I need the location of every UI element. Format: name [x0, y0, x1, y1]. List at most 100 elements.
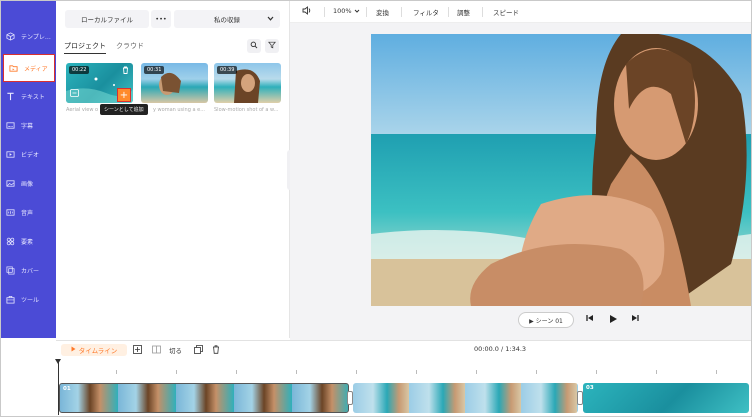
toolbar-divider [401, 7, 402, 17]
playhead[interactable] [55, 359, 61, 415]
ruler-tick [296, 370, 297, 374]
timeline-clip[interactable] [353, 383, 578, 413]
tab-project[interactable]: プロジェクト [64, 41, 106, 54]
ruler-tick [476, 370, 477, 374]
trash-icon[interactable] [122, 66, 129, 76]
media-thumbnail[interactable]: 00:39 [214, 63, 281, 103]
media-tabs: プロジェクト クラウド [64, 41, 144, 54]
timeline-label: タイムライン [78, 347, 118, 355]
speed-button[interactable]: スピード [493, 7, 519, 17]
sidebar-item-cover[interactable]: カバー [1, 256, 56, 284]
sidebar-item-templates[interactable]: テンプレ… [1, 22, 56, 50]
sidebar-item-label: 要素 [21, 238, 34, 246]
video-preview[interactable] [371, 34, 751, 306]
timeline-toggle-button[interactable]: タイムライン [61, 344, 127, 356]
duplicate-icon[interactable] [194, 345, 203, 356]
tooltip: シーンとして追加 [100, 104, 148, 115]
image-icon [6, 179, 15, 188]
favorites-dropdown[interactable]: 私の収録 [174, 10, 280, 28]
split-icon[interactable] [152, 345, 161, 356]
delete-icon[interactable] [212, 345, 220, 356]
sidebar-item-label: ツール [21, 296, 40, 304]
copy-icon[interactable] [70, 89, 79, 99]
skip-back-icon[interactable] [586, 314, 594, 325]
add-as-scene-button[interactable]: + [117, 88, 131, 102]
sidebar: テンプレ… メディア テキスト 字幕 ビデオ 画像 音声 要素 カバー ツール [1, 1, 56, 338]
toolbar-divider [324, 7, 325, 17]
sidebar-item-label: 画像 [21, 180, 34, 188]
search-icon [250, 41, 258, 51]
thumbnail-caption: y woman using a e... [153, 107, 205, 113]
sidebar-item-audio[interactable]: 音声 [1, 198, 56, 226]
text-icon [6, 92, 15, 101]
ruler-tick [356, 370, 357, 374]
sidebar-item-video[interactable]: ビデオ [1, 140, 56, 168]
sidebar-item-images[interactable]: 画像 [1, 169, 56, 197]
video-icon [6, 150, 15, 159]
folder-icon [9, 64, 18, 73]
filter-button[interactable] [265, 39, 279, 53]
volume-icon[interactable] [302, 6, 312, 17]
duration-badge: 00:31 [144, 66, 165, 74]
toolbar-divider [482, 7, 483, 17]
scene-selector-button[interactable]: ▶ シーン 01 [518, 312, 574, 328]
tab-cloud[interactable]: クラウド [116, 41, 144, 54]
sidebar-item-label: ビデオ [21, 151, 40, 159]
ruler-tick [716, 370, 717, 374]
toolbar-divider [366, 7, 367, 17]
sidebar-item-label: メディア [24, 65, 48, 73]
chevron-down-icon [354, 9, 360, 13]
elements-icon [6, 237, 15, 246]
timeline-clip[interactable]: 01 [59, 383, 349, 413]
play-icon[interactable] [609, 314, 618, 327]
timeline-ruler [56, 361, 751, 381]
cut-button[interactable]: 切る [169, 345, 182, 355]
clip-number: 03 [586, 385, 594, 391]
ruler-tick [416, 370, 417, 374]
adjust-button[interactable]: 調整 [457, 7, 470, 17]
subtitle-icon [6, 121, 15, 130]
zoom-value: 100% [333, 7, 352, 15]
add-track-icon[interactable] [133, 345, 142, 356]
sidebar-item-label: テキスト [21, 93, 45, 101]
sidebar-item-text[interactable]: テキスト [1, 82, 56, 110]
sidebar-item-label: テンプレ… [21, 33, 51, 41]
sidebar-item-media[interactable]: メディア [3, 54, 55, 82]
chevron-down-icon [267, 15, 274, 23]
ruler-tick [596, 370, 597, 374]
sidebar-item-tools[interactable]: ツール [1, 285, 56, 313]
filter-tool-button[interactable]: フィルタ [413, 7, 439, 17]
search-button[interactable] [247, 39, 261, 53]
sidebar-item-label: 音声 [21, 209, 34, 217]
transform-button[interactable]: 変換 [376, 7, 389, 17]
ruler-tick [176, 370, 177, 374]
filter-icon [268, 41, 276, 51]
ruler-tick [116, 370, 117, 374]
skip-forward-icon[interactable] [631, 314, 639, 325]
media-thumbnail[interactable]: 00:31 [141, 63, 208, 103]
timeline: タイムライン 切る 00:00.0 / 1:34.3 01 03 [55, 340, 751, 416]
favorites-label: 私の収録 [214, 16, 240, 24]
ruler-tick [536, 370, 537, 374]
thumbnail-caption: Slow-motion shot of a w... [214, 107, 279, 113]
ruler-tick [236, 370, 237, 374]
more-button[interactable]: ••• [151, 10, 171, 28]
sidebar-item-subtitles[interactable]: 字幕 [1, 111, 56, 139]
clip-number: 01 [63, 386, 71, 392]
cube-icon [6, 31, 15, 41]
top-toolbar: 100% 変換 フィルタ 調整 スピード [290, 1, 751, 23]
local-file-button[interactable]: ローカルファイル [65, 10, 149, 28]
cover-icon [6, 266, 15, 275]
sidebar-item-label: カバー [21, 267, 40, 275]
timeline-clip[interactable]: 03 [583, 383, 749, 413]
timecode: 00:00.0 / 1:34.3 [474, 345, 527, 353]
ruler-tick [656, 370, 657, 374]
sidebar-item-elements[interactable]: 要素 [1, 227, 56, 255]
sidebar-item-label: 字幕 [21, 122, 34, 130]
audio-icon [6, 208, 15, 217]
play-small-icon [71, 346, 76, 354]
zoom-dropdown[interactable]: 100% [333, 7, 360, 15]
duration-badge: 00:39 [217, 66, 238, 74]
thumbnail-caption: Aerial view o [66, 107, 99, 113]
toolbar-divider [448, 7, 449, 17]
